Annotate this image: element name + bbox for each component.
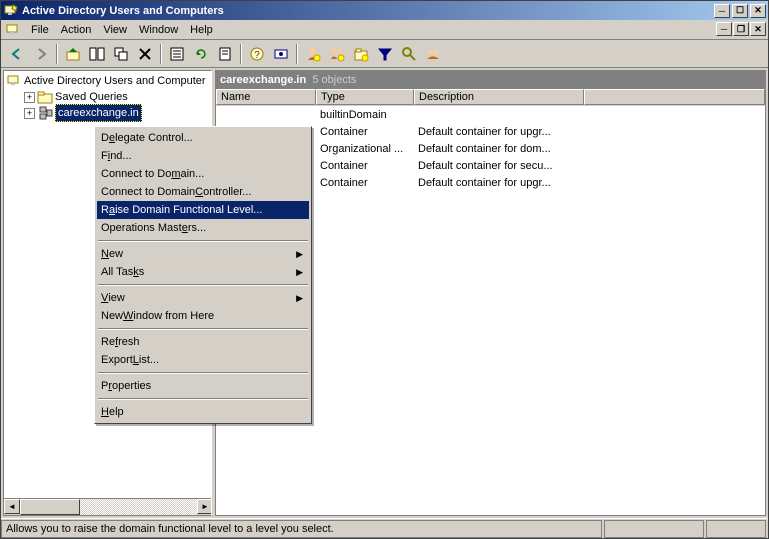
ctx-find[interactable]: Find... [97, 147, 309, 165]
list-header-count: 5 objects [312, 74, 356, 86]
mdi-restore-button[interactable]: ❐ [733, 22, 749, 36]
mdi-minimize-button[interactable]: ─ [716, 22, 732, 36]
tree-saved-queries-label: Saved Queries [55, 89, 128, 105]
cell-type: Container [316, 126, 414, 138]
mdi-icon [5, 22, 21, 38]
ctx-separator [98, 398, 308, 400]
menu-help[interactable]: Help [184, 22, 219, 38]
cell-type: builtinDomain [316, 109, 414, 121]
cut-button[interactable] [110, 43, 132, 65]
cell-type: Organizational ... [316, 143, 414, 155]
toolbar: ? [1, 40, 768, 68]
status-right-2 [706, 520, 766, 538]
ctx-separator [98, 328, 308, 330]
scroll-right-button[interactable]: ► [197, 499, 212, 514]
window-title: Active Directory Users and Computers [22, 5, 714, 17]
ctx-help[interactable]: Help [97, 403, 309, 421]
up-button[interactable] [62, 43, 84, 65]
properties-button[interactable] [166, 43, 188, 65]
ctx-separator [98, 240, 308, 242]
main-window: Active Directory Users and Computers ─ ☐… [0, 0, 769, 539]
list-header-domain: careexchange.in [220, 74, 306, 86]
ctx-operations-masters[interactable]: Operations Masters... [97, 219, 309, 237]
tree-root-label: Active Directory Users and Computer [24, 73, 206, 89]
list-row[interactable]: builtinDomain [216, 106, 765, 123]
mdi-close-button[interactable]: ✕ [750, 22, 766, 36]
horizontal-scrollbar[interactable]: ◄ ► [4, 498, 212, 515]
col-filler [584, 89, 765, 105]
column-headers: Name Type Description [216, 89, 765, 106]
ctx-export-list[interactable]: Export List... [97, 351, 309, 369]
menu-action[interactable]: Action [55, 22, 98, 38]
tree-saved-queries[interactable]: + Saved Queries [6, 89, 209, 105]
context-menu: Delegate Control... Find... Connect to D… [94, 126, 312, 424]
tree-root[interactable]: Active Directory Users and Computer [6, 73, 209, 89]
status-text: Allows you to raise the domain functiona… [1, 520, 602, 538]
submenu-arrow-icon: ▶ [296, 293, 303, 304]
folder-icon [37, 89, 53, 105]
ctx-raise-functional-level[interactable]: Raise Domain Functional Level... [97, 201, 309, 219]
forward-button[interactable] [30, 43, 52, 65]
status-bar: Allows you to raise the domain functiona… [1, 518, 768, 538]
maximize-button[interactable]: ☐ [732, 4, 748, 18]
cell-type: Container [316, 160, 414, 172]
ctx-connect-dc[interactable]: Connect to Domain Controller... [97, 183, 309, 201]
tree-domain-label: careexchange.in [55, 104, 142, 122]
cell-desc: Default container for upgr... [414, 126, 584, 138]
expand-icon[interactable]: + [24, 108, 35, 119]
menu-file[interactable]: File [25, 22, 55, 38]
menu-bar: File Action View Window Help ─ ❐ ✕ [1, 20, 768, 40]
ctx-new-window[interactable]: New Window from Here [97, 307, 309, 325]
status-right-1 [604, 520, 704, 538]
col-description[interactable]: Description [414, 89, 584, 105]
find-button[interactable] [270, 43, 292, 65]
find-objects-button[interactable] [398, 43, 420, 65]
ctx-delegate-control[interactable]: Delegate Control... [97, 129, 309, 147]
ctx-all-tasks[interactable]: All Tasks▶ [97, 263, 309, 281]
export-button[interactable] [214, 43, 236, 65]
col-name[interactable]: Name [216, 89, 316, 105]
cell-type: Container [316, 177, 414, 189]
back-button[interactable] [6, 43, 28, 65]
close-button[interactable]: ✕ [750, 4, 766, 18]
expand-icon[interactable]: + [24, 92, 35, 103]
show-hide-tree-button[interactable] [86, 43, 108, 65]
cell-desc: Default container for upgr... [414, 177, 584, 189]
ctx-separator [98, 372, 308, 374]
scroll-left-button[interactable]: ◄ [4, 499, 20, 514]
ctx-new[interactable]: New▶ [97, 245, 309, 263]
menu-window[interactable]: Window [133, 22, 184, 38]
tree-domain[interactable]: + careexchange.in [6, 105, 209, 121]
title-bar[interactable]: Active Directory Users and Computers ─ ☐… [1, 1, 768, 20]
svg-text:?: ? [254, 50, 260, 61]
ctx-refresh[interactable]: Refresh [97, 333, 309, 351]
ctx-separator [98, 284, 308, 286]
app-icon [3, 3, 19, 19]
menu-view[interactable]: View [97, 22, 133, 38]
aduc-icon [6, 73, 22, 89]
domain-icon [37, 105, 53, 121]
new-ou-button[interactable] [350, 43, 372, 65]
ctx-properties[interactable]: Properties [97, 377, 309, 395]
list-header-bar: careexchange.in 5 objects [216, 71, 765, 89]
submenu-arrow-icon: ▶ [296, 267, 303, 278]
minimize-button[interactable]: ─ [714, 4, 730, 18]
col-type[interactable]: Type [316, 89, 414, 105]
cell-desc: Default container for secu... [414, 160, 584, 172]
ctx-connect-domain[interactable]: Connect to Domain... [97, 165, 309, 183]
refresh-button[interactable] [190, 43, 212, 65]
scroll-thumb[interactable] [20, 499, 80, 515]
scroll-track[interactable] [20, 499, 197, 515]
ctx-view[interactable]: View▶ [97, 289, 309, 307]
submenu-arrow-icon: ▶ [296, 249, 303, 260]
new-user-button[interactable] [302, 43, 324, 65]
delete-button[interactable] [134, 43, 156, 65]
add-to-group-button[interactable] [422, 43, 444, 65]
help-button[interactable]: ? [246, 43, 268, 65]
filter-button[interactable] [374, 43, 396, 65]
new-group-button[interactable] [326, 43, 348, 65]
cell-desc: Default container for dom... [414, 143, 584, 155]
